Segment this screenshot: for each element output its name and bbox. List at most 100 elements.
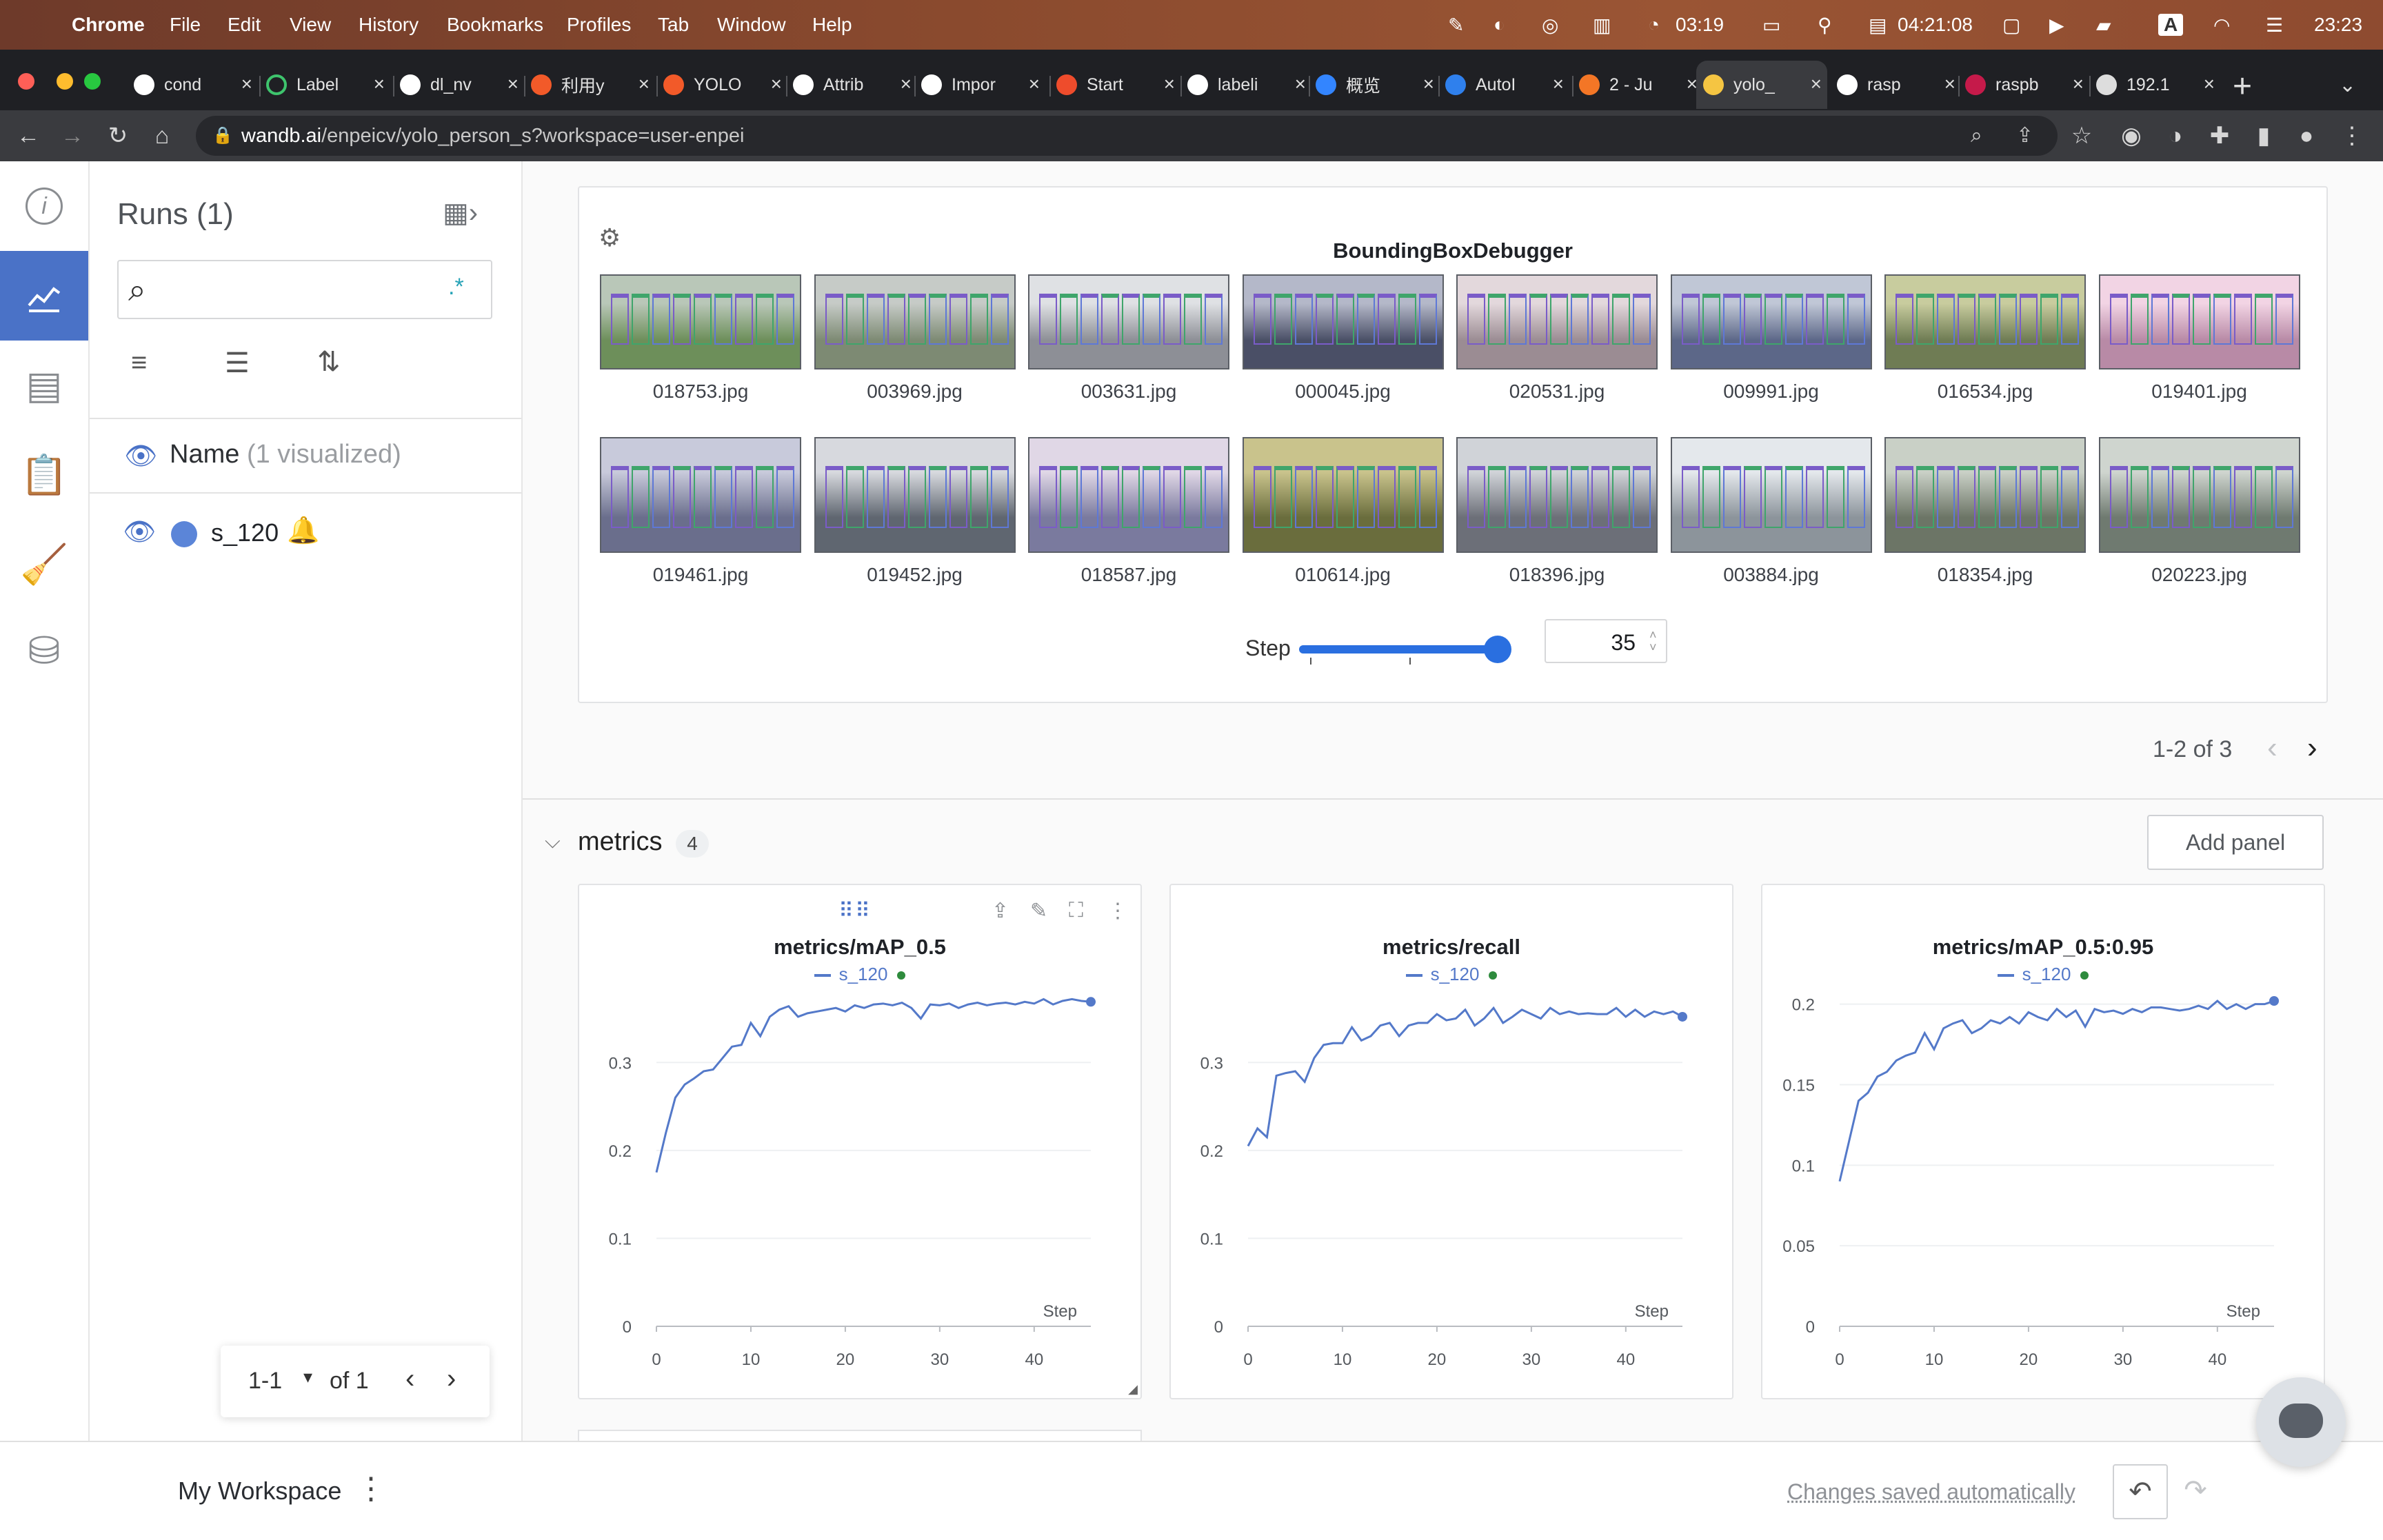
- prev-page-icon[interactable]: ‹: [405, 1364, 414, 1395]
- image-thumbnail[interactable]: [1456, 437, 1658, 553]
- menu-app-name[interactable]: Chrome: [72, 14, 145, 36]
- stopwatch-icon[interactable]: ▤: [1869, 14, 1887, 37]
- chrome-menu-icon[interactable]: ⋮: [2339, 123, 2365, 149]
- bed-icon[interactable]: ▭: [1762, 14, 1780, 37]
- tab-close-icon[interactable]: ×: [1944, 73, 1955, 95]
- menu-help[interactable]: Help: [812, 14, 852, 36]
- menu-bookmarks[interactable]: Bookmarks: [447, 14, 543, 36]
- series-last-point[interactable]: [2269, 996, 2279, 1006]
- pin-icon[interactable]: ⚲: [1818, 14, 1832, 37]
- image-thumbnail[interactable]: [1670, 274, 1872, 369]
- window-zoom-button[interactable]: [84, 73, 101, 90]
- window-close-button[interactable]: [18, 73, 34, 90]
- image-thumbnail[interactable]: [2098, 274, 2300, 369]
- image-thumbnail[interactable]: [600, 437, 801, 553]
- extension-owl-icon[interactable]: ◉: [2118, 123, 2144, 149]
- series-line-s_120[interactable]: [655, 997, 1092, 1173]
- filter-icon[interactable]: ≡: [131, 347, 147, 378]
- menu-window[interactable]: Window: [717, 14, 786, 36]
- tab-close-icon[interactable]: ×: [241, 73, 252, 95]
- image-thumbnail[interactable]: [1028, 274, 1229, 369]
- browser-tab[interactable]: 2 - Ju ×: [1579, 61, 1703, 109]
- series-line-s_120[interactable]: [1247, 1006, 1683, 1147]
- address-bar[interactable]: 🔒 wandb.ai/enpeicv/yolo_person_s?workspa…: [196, 116, 2058, 156]
- artifacts-database-icon[interactable]: ⛁: [0, 606, 88, 696]
- section-title[interactable]: metrics: [578, 827, 662, 857]
- tab-close-icon[interactable]: ×: [771, 73, 782, 95]
- chat-support-button[interactable]: [2256, 1377, 2346, 1467]
- browser-tab[interactable]: Start ×: [1056, 61, 1180, 109]
- reload-icon[interactable]: ↻: [105, 123, 131, 149]
- image-thumbnail[interactable]: [1242, 437, 1444, 553]
- new-tab-icon[interactable]: +: [2233, 68, 2252, 105]
- extension-circle-icon[interactable]: ◑: [2162, 123, 2189, 149]
- profile-avatar-icon[interactable]: ●: [2293, 123, 2320, 149]
- page-range-dropdown-icon[interactable]: ▾: [303, 1366, 312, 1388]
- table-toggle-icon[interactable]: ▦›: [443, 197, 478, 229]
- input-mode-badge[interactable]: A: [2158, 14, 2184, 36]
- forward-icon[interactable]: →: [59, 123, 86, 149]
- browser-tab[interactable]: Attrib ×: [793, 61, 917, 109]
- extensions-puzzle-icon[interactable]: ✚: [2206, 123, 2233, 149]
- layout-icon[interactable]: ▥: [1593, 14, 1611, 37]
- pagination-prev-icon[interactable]: ‹: [2267, 731, 2278, 765]
- play-icon[interactable]: ▶: [2049, 14, 2064, 37]
- browser-tab[interactable]: dl_nv ×: [400, 61, 524, 109]
- control-center-icon[interactable]: ☰: [2266, 14, 2283, 37]
- image-thumbnail[interactable]: [600, 274, 801, 369]
- series-last-point[interactable]: [1678, 1011, 1687, 1022]
- line-chart-panel[interactable]: metrics/recall s_120 0 0.1 0.2 0.3 0 10 20 30 40 St…: [1169, 884, 1733, 1399]
- screen-icon[interactable]: ▢: [2002, 14, 2020, 37]
- pen-icon[interactable]: ✎: [1448, 14, 1464, 37]
- menu-history[interactable]: History: [359, 14, 419, 36]
- menu-profiles[interactable]: Profiles: [567, 14, 631, 36]
- runs-page-range[interactable]: 1-1: [248, 1368, 282, 1395]
- overview-icon[interactable]: i: [0, 161, 88, 251]
- step-slider[interactable]: [1299, 636, 1511, 665]
- run-color-swatch[interactable]: [171, 521, 197, 547]
- window-minimize-button[interactable]: [57, 73, 73, 90]
- image-thumbnail[interactable]: [814, 274, 1016, 369]
- step-input[interactable]: 35 ˄ ˅: [1545, 619, 1667, 663]
- tab-close-icon[interactable]: ×: [2204, 73, 2215, 95]
- back-icon[interactable]: ←: [15, 123, 41, 149]
- share-icon[interactable]: ⇪: [2016, 116, 2033, 156]
- image-thumbnail[interactable]: [1456, 274, 1658, 369]
- browser-tab[interactable]: Impor ×: [921, 61, 1045, 109]
- browser-tab[interactable]: cond ×: [134, 61, 258, 109]
- line-chart-panel[interactable]: ⠿⠿ ⇪ ✎ ⛶ ⋮ ◢ metrics/mAP_0.5 s_120 0 0.1 0.2 0.3 0 10…: [578, 884, 1142, 1399]
- undo-icon[interactable]: ↶: [2113, 1464, 2168, 1519]
- section-collapse-chevron-icon[interactable]: ⌵: [545, 830, 561, 853]
- report-clipboard-icon[interactable]: 📋: [0, 430, 88, 520]
- home-icon[interactable]: ⌂: [149, 123, 175, 149]
- runs-search-input[interactable]: ⌕ .*: [117, 260, 492, 319]
- tab-close-icon[interactable]: ×: [1423, 73, 1434, 95]
- bookmark-star-icon[interactable]: ☆: [2069, 123, 2095, 149]
- pagination-next-icon[interactable]: ›: [2307, 731, 2317, 765]
- tab-close-icon[interactable]: ×: [374, 73, 385, 95]
- wifi-icon[interactable]: ◠: [2213, 14, 2230, 37]
- redo-icon[interactable]: ↷: [2168, 1464, 2223, 1519]
- series-last-point[interactable]: [1086, 997, 1096, 1007]
- next-page-icon[interactable]: ›: [447, 1364, 456, 1395]
- battery-icon[interactable]: ▰: [2096, 14, 2111, 37]
- elephant-icon[interactable]: ◐: [1494, 14, 1505, 36]
- tab-close-icon[interactable]: ×: [901, 73, 912, 95]
- browser-tab[interactable]: labeli ×: [1187, 61, 1311, 109]
- wechat-icon[interactable]: ◎: [1542, 14, 1558, 37]
- browser-tab[interactable]: yolo_ ×: [1696, 61, 1827, 109]
- group-icon[interactable]: ☰: [225, 347, 250, 379]
- tab-close-icon[interactable]: ×: [1553, 73, 1564, 95]
- workspace-menu-icon[interactable]: ⋮: [356, 1471, 386, 1506]
- visibility-eye-icon[interactable]: 👁: [124, 441, 157, 472]
- sidepanel-icon[interactable]: ▮: [2251, 123, 2277, 149]
- add-panel-button[interactable]: Add panel: [2147, 815, 2324, 870]
- browser-tab[interactable]: AutoI ×: [1445, 61, 1569, 109]
- table-icon[interactable]: ▤: [0, 341, 88, 430]
- image-thumbnail[interactable]: [814, 437, 1016, 553]
- column-name-header[interactable]: Name (1 visualized): [170, 440, 401, 469]
- image-thumbnail[interactable]: [1884, 274, 2086, 369]
- regex-icon[interactable]: .*: [448, 274, 464, 301]
- image-thumbnail[interactable]: [1028, 437, 1229, 553]
- charts-icon[interactable]: [0, 251, 88, 341]
